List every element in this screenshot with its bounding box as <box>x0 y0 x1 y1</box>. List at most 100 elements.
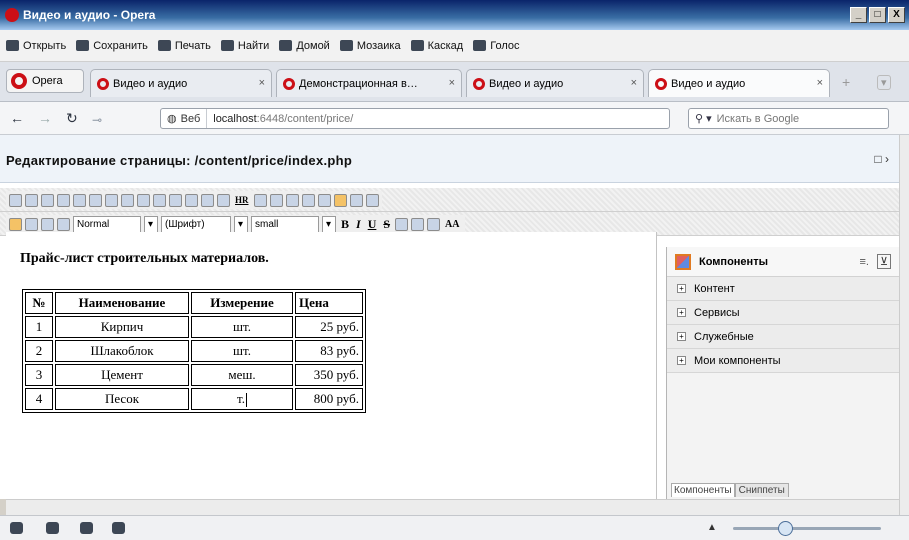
image-icon[interactable] <box>185 193 198 207</box>
menu-find[interactable]: Найти <box>220 40 269 52</box>
spellcheck-icon[interactable]: AA <box>443 219 461 230</box>
zoom-slider[interactable] <box>733 527 881 530</box>
anchor-icon[interactable] <box>137 193 150 207</box>
code-mode-icon[interactable] <box>25 217 38 231</box>
align-center-icon[interactable] <box>333 193 347 207</box>
size-select[interactable]: small <box>251 215 319 233</box>
close-button[interactable]: X <box>888 7 905 23</box>
cell-number[interactable]: 2 <box>25 340 53 362</box>
save-as-icon[interactable] <box>41 193 54 207</box>
wysiwyg-mode-icon[interactable] <box>9 217 22 231</box>
cell-name[interactable]: Шлакоблок <box>55 340 189 362</box>
search-field[interactable]: ⚲ ▾ Искать в Google <box>688 108 889 129</box>
opera-menu-button[interactable]: Opera <box>6 69 84 93</box>
maximize-icon[interactable]: □ › <box>874 152 889 166</box>
reload-icon[interactable]: ↻ <box>66 110 78 127</box>
tab-video-active[interactable]: Видео и аудио × <box>648 69 830 97</box>
strikethrough-button[interactable]: S <box>381 217 392 232</box>
menu-cascade[interactable]: Каскад <box>410 40 463 52</box>
font-select[interactable]: (Шрифт) <box>161 215 231 233</box>
copyright-icon[interactable] <box>201 193 214 207</box>
select-all-icon[interactable] <box>105 193 118 207</box>
settings-icon[interactable] <box>9 193 22 207</box>
cell-number[interactable]: 3 <box>25 364 53 386</box>
vertical-scrollbar[interactable] <box>899 135 909 515</box>
cell-number[interactable]: 4 <box>25 388 53 410</box>
back-icon[interactable]: ← <box>10 110 24 126</box>
link-icon[interactable] <box>153 193 166 207</box>
maximize-button[interactable]: □ <box>869 7 886 23</box>
cell-price[interactable]: 800 руб. <box>295 388 363 410</box>
new-tab-icon[interactable]: + <box>842 74 850 90</box>
forward-icon[interactable]: → <box>38 110 52 126</box>
underline-button[interactable]: U <box>366 217 379 232</box>
tab-demo[interactable]: Демонстрационная в… × <box>276 69 462 97</box>
cell-unit[interactable]: шт. <box>191 316 293 338</box>
split-mode-icon[interactable] <box>41 217 54 231</box>
editor-area[interactable]: Прайс-лист строительных материалов. № На… <box>6 232 657 499</box>
undo-icon[interactable] <box>73 193 86 207</box>
panel-item-my-components[interactable]: + Мои компоненты <box>667 349 899 373</box>
menu-print[interactable]: Печать <box>157 40 211 52</box>
cell-unit[interactable]: шт. <box>191 340 293 362</box>
php-mode-icon[interactable] <box>57 217 70 231</box>
style-select[interactable]: Normal <box>73 215 141 233</box>
menu-save[interactable]: Сохранить <box>76 40 148 52</box>
cell-name[interactable]: Кирпич <box>55 316 189 338</box>
bold-button[interactable]: B <box>339 217 351 232</box>
security-badge[interactable]: ◍ Веб <box>161 109 208 128</box>
size-dropdown-icon[interactable]: ▾ <box>322 215 336 233</box>
zoom-slider-handle[interactable] <box>778 521 793 536</box>
ordered-list-icon[interactable] <box>253 193 267 207</box>
url-field[interactable]: ◍ Веб localhost:6448/content/price/ <box>160 108 670 129</box>
panel-item-system[interactable]: + Служебные <box>667 325 899 349</box>
cell-price[interactable]: 25 руб. <box>295 316 363 338</box>
expand-icon[interactable]: + <box>677 284 686 293</box>
expand-icon[interactable]: + <box>677 356 686 365</box>
expand-icon[interactable]: + <box>677 332 686 341</box>
panel-toggle-icon[interactable] <box>10 522 23 534</box>
price-table[interactable]: № Наименование Измерение Цена 1 Кирпич ш… <box>22 289 366 413</box>
menu-tile[interactable]: Мозаика <box>339 40 401 52</box>
tab-components[interactable]: Компоненты <box>671 483 735 497</box>
zoom-out-icon[interactable]: ▲ <box>707 522 717 533</box>
cell-unit-editing[interactable]: т. <box>191 388 293 410</box>
eraser-icon[interactable] <box>395 217 409 231</box>
panel-menu-icon[interactable]: ≡. <box>859 256 868 268</box>
horizontal-rule-icon[interactable]: HR <box>233 195 251 205</box>
cell-unit[interactable]: меш. <box>191 364 293 386</box>
cloud-icon[interactable] <box>46 522 59 534</box>
cell-price[interactable]: 350 руб. <box>295 364 363 386</box>
clean-format-icon[interactable] <box>411 217 425 231</box>
minimize-button[interactable]: _ <box>850 7 867 23</box>
align-left-icon[interactable] <box>317 193 331 207</box>
tab-close-icon[interactable]: × <box>259 77 265 89</box>
unordered-list-icon[interactable] <box>269 193 283 207</box>
flash-icon[interactable] <box>217 193 230 207</box>
menu-home[interactable]: Домой <box>279 40 330 52</box>
redo-icon[interactable] <box>89 193 102 207</box>
outdent-icon[interactable] <box>285 193 299 207</box>
font-dropdown-icon[interactable]: ▾ <box>234 215 248 233</box>
preview-icon[interactable] <box>57 193 70 207</box>
align-justify-icon[interactable] <box>365 193 379 207</box>
panel-pin-icon[interactable]: ⊻ <box>876 254 891 269</box>
tab-close-icon[interactable]: × <box>449 77 455 89</box>
cell-name[interactable]: Песок <box>55 388 189 410</box>
unlink-icon[interactable] <box>169 193 182 207</box>
key-icon[interactable]: ⊸ <box>92 113 102 127</box>
panel-item-content[interactable]: + Контент <box>667 277 899 301</box>
table-icon[interactable] <box>121 193 134 207</box>
cell-name[interactable]: Цемент <box>55 364 189 386</box>
tab-list-icon[interactable]: ▾ <box>877 75 891 90</box>
speed-dial-icon[interactable] <box>112 522 125 534</box>
cell-price[interactable]: 83 руб. <box>295 340 363 362</box>
paste-icon[interactable] <box>427 217 441 231</box>
indent-icon[interactable] <box>301 193 315 207</box>
expand-icon[interactable]: + <box>677 308 686 317</box>
tab-video-1[interactable]: Видео и аудио × <box>90 69 272 97</box>
tab-close-icon[interactable]: × <box>631 77 637 89</box>
menu-open[interactable]: Открыть <box>6 40 66 52</box>
tab-snippets[interactable]: Сниппеты <box>734 483 789 497</box>
align-right-icon[interactable] <box>349 193 363 207</box>
